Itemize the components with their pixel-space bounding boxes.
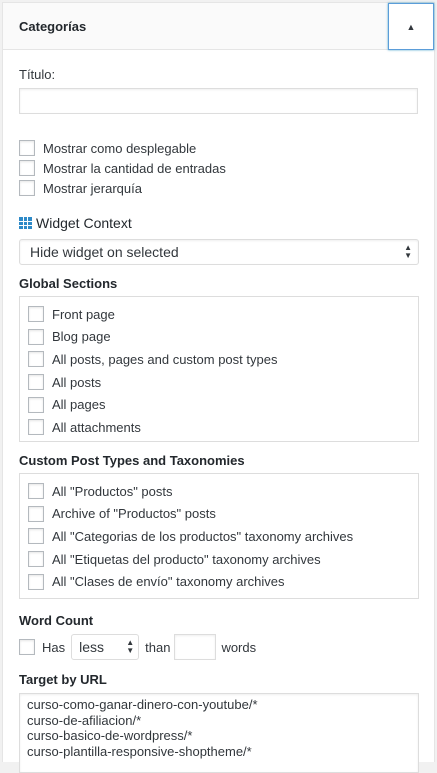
list-item[interactable]: All "Categorias de los productos" taxono… [28, 525, 410, 548]
collapse-toggle-button[interactable]: ▲ [388, 3, 434, 50]
widget-title: Categorías [19, 19, 87, 34]
display-options: Mostrar como desplegable Mostrar la cant… [19, 138, 421, 198]
than-label: than [145, 639, 171, 655]
option-label: Mostrar jerarquía [43, 180, 142, 196]
title-label: Título: [19, 67, 56, 82]
url-pattern-line: curso-plantilla-responsive-shoptheme/* [27, 743, 252, 759]
target-url-textarea[interactable]: curso-como-ganar-dinero-con-youtube/* cu… [19, 693, 419, 773]
checkbox[interactable] [28, 573, 44, 590]
word-count-input[interactable] [174, 634, 217, 660]
list-item-label: Front page [52, 306, 115, 322]
list-item[interactable]: All "Productos" posts [28, 480, 410, 503]
custom-types-heading: Custom Post Types and Taxonomies [19, 453, 245, 468]
word-count-heading: Word Count [19, 613, 94, 628]
list-item-label: All "Clases de envío" taxonomy archives [52, 574, 285, 590]
list-item-label: All pages [52, 397, 106, 413]
list-item[interactable]: All posts [28, 371, 410, 394]
list-item[interactable]: Front page [28, 303, 410, 326]
list-item-label: All "Categorias de los productos" taxono… [52, 528, 354, 544]
checkbox[interactable] [28, 505, 44, 522]
list-item-label: Blog page [52, 329, 111, 345]
visibility-select[interactable]: Hide widget on selected ▲ ▼ [19, 239, 419, 265]
list-item-label: All "Etiquetas del producto" taxonomy ar… [52, 551, 321, 567]
checkbox[interactable] [28, 351, 44, 368]
custom-types-list: All "Productos" posts Archive of "Produc… [19, 473, 419, 599]
visibility-select-value: Hide widget on selected [30, 244, 179, 260]
comparison-select-value: less [79, 639, 105, 655]
select-arrows-icon: ▲ ▼ [126, 638, 135, 655]
checkbox[interactable] [28, 306, 44, 323]
categories-widget: Categorías ▲ Título: Mostrar como desple… [2, 2, 435, 773]
global-sections-list: Front page Blog page All posts, pages an… [19, 296, 419, 442]
option-count-checkbox[interactable] [19, 160, 35, 176]
widget-context-heading: Widget Context [19, 215, 421, 231]
url-pattern-line: curso-como-ganar-dinero-con-youtube/* [27, 697, 258, 712]
list-item[interactable]: Archive of "Productos" posts [28, 503, 410, 526]
checkbox[interactable] [28, 528, 44, 545]
words-label: words [221, 639, 257, 655]
checkbox[interactable] [28, 483, 44, 500]
list-item-label: All "Productos" posts [52, 483, 173, 499]
list-item[interactable]: All "Etiquetas del producto" taxonomy ar… [28, 548, 410, 571]
select-arrows-icon: ▲ ▼ [404, 243, 412, 260]
checkbox[interactable] [28, 328, 44, 345]
checkbox[interactable] [28, 396, 44, 413]
caret-up-icon: ▲ [406, 21, 416, 32]
list-item[interactable]: All pages [28, 393, 410, 416]
word-count-checkbox[interactable] [19, 639, 35, 655]
option-dropdown-checkbox[interactable] [19, 140, 35, 156]
list-item-label: All attachments [52, 419, 141, 435]
list-item[interactable]: All attachments [28, 416, 410, 439]
target-url-heading: Target by URL [19, 672, 107, 687]
list-item-label: Archive of "Productos" posts [52, 506, 216, 522]
has-label: Has [42, 639, 66, 655]
checkbox[interactable] [28, 551, 44, 568]
grid-table-icon [19, 217, 32, 229]
url-pattern-line: curso-basico-de-wordpress/* [27, 728, 193, 743]
option-dropdown-row[interactable]: Mostrar como desplegable [19, 138, 421, 158]
global-sections-heading: Global Sections [19, 276, 118, 291]
checkbox[interactable] [28, 419, 44, 436]
url-pattern-line: curso-de-afiliacion/* [27, 712, 142, 728]
checkbox[interactable] [28, 374, 44, 391]
widget-body: Título: Mostrar como desplegable Mostrar… [19, 67, 421, 773]
option-hierarchy-checkbox[interactable] [19, 180, 35, 196]
title-input[interactable] [19, 88, 418, 114]
word-count-row: Has less ▲ ▼ than words [19, 634, 421, 660]
option-label: Mostrar la cantidad de entradas [43, 160, 226, 176]
comparison-select[interactable]: less ▲ ▼ [71, 634, 140, 660]
option-count-row[interactable]: Mostrar la cantidad de entradas [19, 158, 421, 178]
list-item-label: All posts, pages and custom post types [52, 351, 278, 367]
option-label: Mostrar como desplegable [43, 140, 197, 156]
list-item[interactable]: All "Clases de envío" taxonomy archives [28, 570, 410, 593]
widget-header[interactable]: Categorías ▲ [3, 3, 434, 50]
option-hierarchy-row[interactable]: Mostrar jerarquía [19, 178, 421, 198]
list-item[interactable]: All posts, pages and custom post types [28, 348, 410, 371]
list-item[interactable]: Blog page [28, 326, 410, 349]
widget-context-title: Widget Context [36, 215, 132, 231]
list-item-label: All posts [52, 374, 102, 390]
